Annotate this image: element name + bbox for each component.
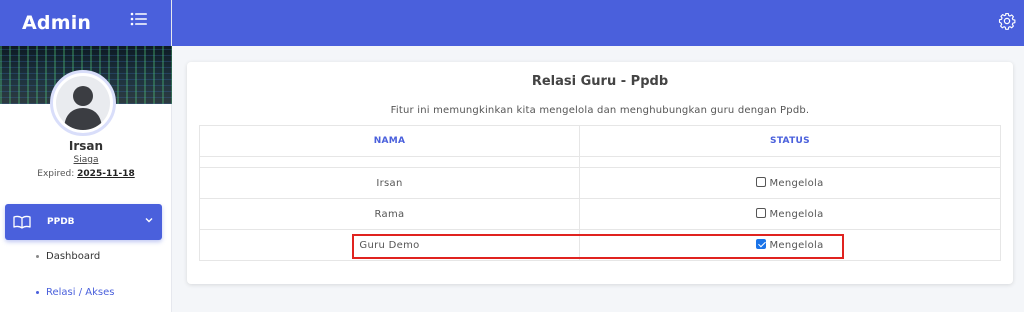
page-description: Fitur ini memungkinkan kita mengelola da… <box>390 105 810 116</box>
user-role-link[interactable]: Siaga <box>0 155 172 165</box>
expired-label: Expired: <box>37 169 75 179</box>
column-header-nama: NAMA <box>199 125 580 157</box>
table-row: Irsan Mengelola <box>199 167 1001 199</box>
book-open-icon <box>13 215 31 229</box>
chevron-down-icon <box>145 218 153 223</box>
cell-nama: Irsan <box>199 167 580 199</box>
topbar <box>172 0 1024 46</box>
sidebar-subitem-dashboard[interactable]: Dashboard <box>36 251 100 262</box>
sidebar-item-ppdb-label: PPDB <box>47 217 75 227</box>
checkbox-label[interactable]: Mengelola <box>769 178 823 189</box>
expired-date: 2025-11-18 <box>77 169 135 179</box>
sidebar: Admin Irsan Siaga Expired: 2025-11-18 PP… <box>0 0 172 312</box>
cell-nama: Rama <box>199 198 580 230</box>
mengelola-checkbox[interactable] <box>756 177 767 187</box>
column-header-status: STATUS <box>579 125 1001 157</box>
menu-list-icon[interactable] <box>130 11 148 27</box>
highlight-box <box>352 234 844 259</box>
table-row: Rama Mengelola <box>199 198 1001 230</box>
avatar[interactable] <box>50 70 116 136</box>
brand-title: Admin <box>22 12 92 34</box>
sidebar-subitem-relasi-akses[interactable]: Relasi / Akses <box>36 287 114 298</box>
gear-icon[interactable] <box>998 12 1016 30</box>
user-name: Irsan <box>68 139 104 153</box>
table-spacer-row <box>199 156 1001 168</box>
page-title: Relasi Guru - Ppdb <box>531 74 669 89</box>
sidebar-item-ppdb[interactable]: PPDB <box>5 204 162 240</box>
cell-status: Mengelola <box>579 167 1001 199</box>
bullet-icon <box>36 254 39 258</box>
bullet-icon <box>36 290 39 294</box>
user-silhouette-icon <box>64 86 102 130</box>
sidebar-subitem-label: Dashboard <box>46 251 101 262</box>
checkbox-label[interactable]: Mengelola <box>769 209 823 220</box>
sidebar-subitem-label: Relasi / Akses <box>46 287 115 298</box>
user-expired: Expired: 2025-11-18 <box>0 169 172 179</box>
table-header-row: NAMA STATUS <box>199 125 1001 157</box>
cell-status: Mengelola <box>579 198 1001 230</box>
mengelola-checkbox[interactable] <box>756 208 767 218</box>
